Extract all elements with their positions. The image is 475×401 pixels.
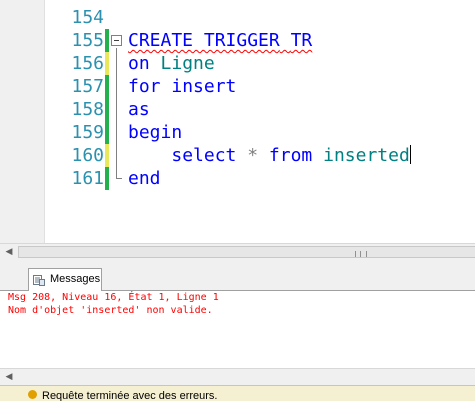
text-caret: [409, 145, 411, 164]
keyword: insert: [171, 76, 237, 97]
table-identifier: inserted: [323, 145, 410, 166]
change-marker-saved: [105, 29, 109, 52]
scroll-left-arrow-icon[interactable]: ◀: [2, 244, 16, 261]
change-marker-saved: [105, 167, 109, 190]
outline-guide-end: [116, 178, 122, 179]
line-number: 157: [71, 76, 104, 97]
outline-guide: [116, 48, 117, 178]
keyword: select: [171, 145, 237, 166]
messages-icon: [33, 275, 45, 286]
code-line-160: select * from inserted: [128, 144, 411, 167]
code-line-156: on Ligne: [128, 52, 215, 75]
line-number: 160: [71, 145, 104, 166]
keyword: for: [128, 76, 161, 97]
keyword: on: [128, 53, 150, 74]
keyword: CREATE TRIGGER: [128, 30, 280, 51]
line-number: 159: [71, 122, 104, 143]
operator: *: [247, 145, 259, 166]
editor-margin: [0, 0, 45, 243]
line-number-gutter: 154 155 156 157 158 159 160 161: [44, 0, 104, 243]
code-line-161: end: [128, 167, 161, 190]
change-marker-modified: [105, 144, 109, 167]
editor-horizontal-scrollbar[interactable]: ◀: [0, 243, 475, 262]
keyword: from: [268, 145, 313, 166]
scrollbar-grip-icon: [355, 251, 367, 257]
line-number: 161: [71, 168, 104, 189]
line-number: 156: [71, 53, 104, 74]
scroll-left-arrow-icon[interactable]: ◀: [2, 369, 16, 386]
code-line-159: begin: [128, 121, 182, 144]
keyword: end: [128, 168, 161, 189]
code-editor[interactable]: 154 155 156 157 158 159 160 161 CREATE T…: [0, 0, 475, 243]
status-text: Requête terminée avec des erreurs.: [42, 390, 218, 401]
code-line-158: as: [128, 98, 150, 121]
status-bar: Requête terminée avec des erreurs.: [0, 385, 475, 401]
messages-horizontal-scrollbar[interactable]: ◀: [0, 368, 475, 386]
code-line-157: for insert: [128, 75, 236, 98]
change-marker-saved: [105, 121, 109, 144]
tab-messages-label: Messages: [50, 273, 101, 285]
results-tab-strip: Messages: [0, 266, 475, 291]
tab-messages[interactable]: Messages: [28, 268, 102, 291]
trigger-name: TR: [290, 30, 313, 51]
line-number: 154: [71, 7, 104, 28]
code-line-155: CREATE TRIGGER TR: [128, 29, 312, 52]
change-marker-saved: [105, 98, 109, 121]
messages-pane[interactable]: Msg 208, Niveau 16, État 1, Ligne 1 Nom …: [0, 291, 475, 367]
table-identifier: Ligne: [160, 53, 215, 74]
keyword: as: [128, 99, 150, 120]
collapse-outline-icon[interactable]: [111, 35, 122, 46]
keyword: begin: [128, 122, 183, 143]
scrollbar-thumb[interactable]: [18, 246, 475, 258]
change-marker-saved: [105, 75, 109, 98]
warning-icon: [28, 390, 37, 399]
error-message-line: Msg 208, Niveau 16, État 1, Ligne 1: [8, 292, 219, 303]
line-number: 155: [71, 30, 104, 51]
error-message-line: Nom d'objet 'inserted' non valide.: [8, 305, 213, 316]
change-marker-modified: [105, 52, 109, 75]
line-number: 158: [71, 99, 104, 120]
